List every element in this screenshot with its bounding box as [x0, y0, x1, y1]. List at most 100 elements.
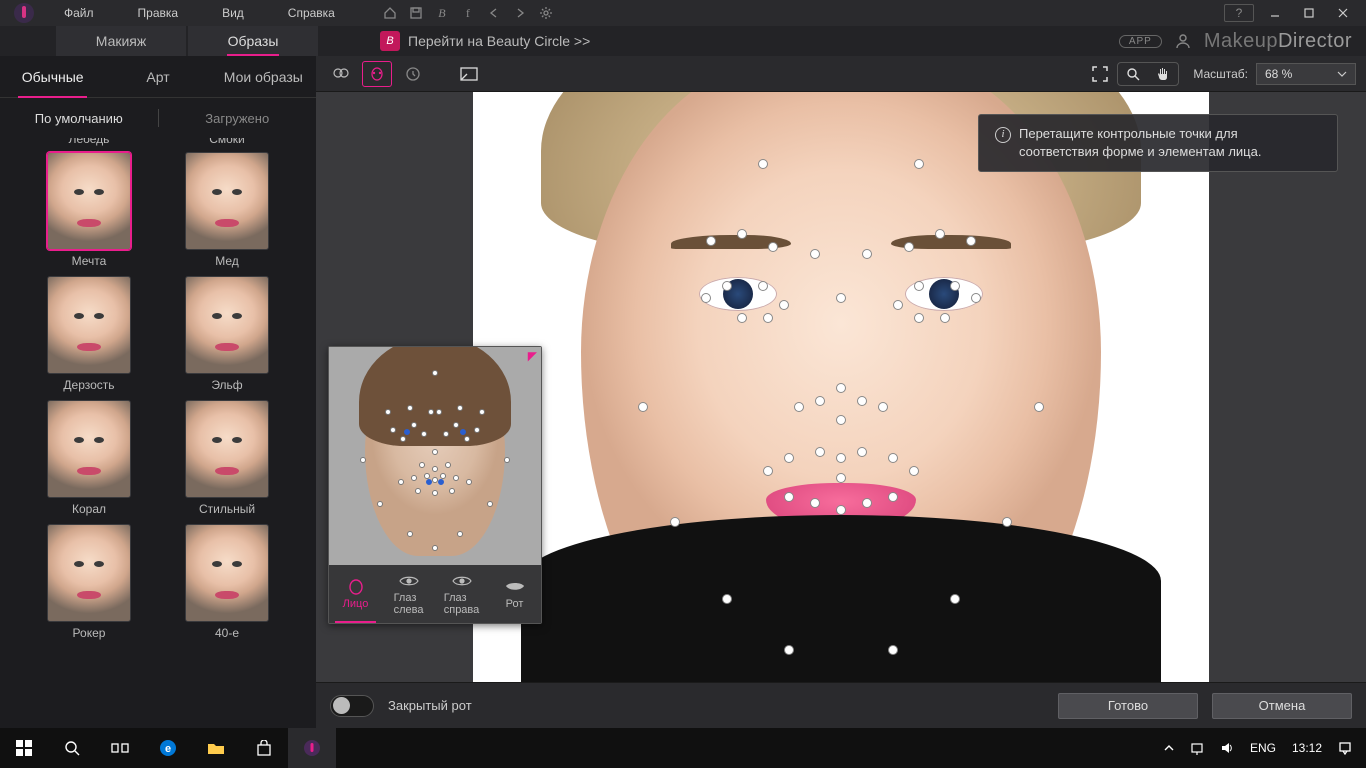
control-point[interactable] [966, 236, 976, 246]
canvas-viewport[interactable]: i Перетащите контрольные точки для соотв… [316, 92, 1366, 682]
control-point[interactable] [706, 236, 716, 246]
control-point-small[interactable] [421, 431, 427, 437]
beauty-circle-icon[interactable]: B [429, 0, 455, 26]
control-point[interactable] [670, 517, 680, 527]
control-point[interactable] [909, 466, 919, 476]
detail-tab-mouth[interactable]: Рот [488, 565, 541, 623]
control-point-small[interactable] [487, 501, 493, 507]
undo-icon[interactable] [481, 0, 507, 26]
preset-item[interactable]: Эльф [177, 272, 277, 392]
pan-tool-icon[interactable] [1148, 63, 1178, 85]
control-point[interactable] [888, 645, 898, 655]
detail-canvas[interactable]: ◤ [329, 347, 541, 565]
control-point-small[interactable] [432, 490, 438, 496]
done-button[interactable]: Готово [1058, 693, 1198, 719]
control-point-small[interactable] [436, 409, 442, 415]
control-point[interactable] [893, 300, 903, 310]
control-point-small[interactable] [407, 531, 413, 537]
control-point[interactable] [810, 498, 820, 508]
mouth-closed-toggle[interactable] [330, 695, 374, 717]
tray-network-icon[interactable] [1186, 741, 1208, 755]
control-point-small[interactable] [390, 427, 396, 433]
home-icon[interactable] [377, 0, 403, 26]
redo-icon[interactable] [507, 0, 533, 26]
control-point[interactable] [836, 505, 846, 515]
control-point[interactable] [888, 453, 898, 463]
control-point-small[interactable] [443, 431, 449, 437]
app-pill[interactable]: APP [1119, 35, 1162, 48]
control-point-small-active[interactable] [438, 479, 444, 485]
control-point[interactable] [914, 313, 924, 323]
category-tab-my-looks[interactable]: Мои образы [211, 56, 316, 97]
control-point[interactable] [784, 453, 794, 463]
control-point-small[interactable] [464, 436, 470, 442]
control-point[interactable] [836, 293, 846, 303]
tray-chevron-up-icon[interactable] [1160, 744, 1178, 752]
control-point[interactable] [914, 281, 924, 291]
task-view-icon[interactable] [96, 728, 144, 768]
window-minimize-icon[interactable] [1258, 0, 1292, 26]
control-point[interactable] [701, 293, 711, 303]
control-point[interactable] [815, 396, 825, 406]
menu-view[interactable]: Вид [200, 6, 266, 20]
control-point[interactable] [857, 447, 867, 457]
control-point-small[interactable] [411, 475, 417, 481]
control-point[interactable] [836, 415, 846, 425]
control-point[interactable] [935, 229, 945, 239]
preset-item[interactable]: Корал [39, 396, 139, 516]
control-point[interactable] [1034, 402, 1044, 412]
control-point[interactable] [638, 402, 648, 412]
control-point-small[interactable] [360, 457, 366, 463]
preset-item[interactable]: Рокер [39, 520, 139, 640]
control-point[interactable] [1002, 517, 1012, 527]
control-point-small-active[interactable] [404, 429, 410, 435]
control-point-small[interactable] [385, 409, 391, 415]
tray-clock[interactable]: 13:12 [1288, 741, 1326, 755]
control-point[interactable] [737, 313, 747, 323]
control-point-small[interactable] [377, 501, 383, 507]
photo-canvas[interactable] [473, 92, 1209, 682]
control-point[interactable] [950, 594, 960, 604]
detail-tab-face[interactable]: Лицо [329, 565, 382, 623]
zoom-select[interactable]: 68 % [1256, 63, 1356, 85]
detail-tab-eye-right[interactable]: Глазсправа [435, 565, 488, 623]
control-point[interactable] [836, 383, 846, 393]
control-point[interactable] [758, 159, 768, 169]
taskbar-app-explorer[interactable] [192, 728, 240, 768]
control-point-small[interactable] [432, 545, 438, 551]
cancel-button[interactable]: Отмена [1212, 693, 1352, 719]
control-point[interactable] [914, 159, 924, 169]
control-point-small[interactable] [457, 531, 463, 537]
control-point-small[interactable] [400, 436, 406, 442]
control-point-small[interactable] [419, 462, 425, 468]
control-point[interactable] [763, 466, 773, 476]
control-point-small[interactable] [466, 479, 472, 485]
control-point-small[interactable] [440, 473, 446, 479]
control-point[interactable] [779, 300, 789, 310]
control-point[interactable] [862, 249, 872, 259]
control-point[interactable] [722, 281, 732, 291]
control-point-small[interactable] [432, 449, 438, 455]
source-tab-default[interactable]: По умолчанию [0, 111, 158, 126]
control-point-small[interactable] [424, 473, 430, 479]
fullscreen-icon[interactable] [1091, 65, 1109, 83]
source-tab-downloaded[interactable]: Загружено [159, 111, 317, 126]
zoom-tool-icon[interactable] [1118, 63, 1148, 85]
category-tab-art[interactable]: Арт [105, 56, 210, 97]
control-point-small[interactable] [457, 405, 463, 411]
control-point[interactable] [737, 229, 747, 239]
help-button[interactable]: ? [1224, 4, 1254, 22]
face-points-icon[interactable] [362, 61, 392, 87]
control-point[interactable] [768, 242, 778, 252]
control-point-small[interactable] [432, 466, 438, 472]
menu-help[interactable]: Справка [266, 6, 357, 20]
menu-edit[interactable]: Правка [116, 6, 201, 20]
control-point[interactable] [888, 492, 898, 502]
control-point-small[interactable] [432, 477, 438, 483]
control-point-small[interactable] [445, 462, 451, 468]
control-point[interactable] [784, 645, 794, 655]
control-point[interactable] [940, 313, 950, 323]
control-point[interactable] [810, 249, 820, 259]
control-point-small-active[interactable] [426, 479, 432, 485]
preset-item[interactable]: Мед [177, 148, 277, 268]
